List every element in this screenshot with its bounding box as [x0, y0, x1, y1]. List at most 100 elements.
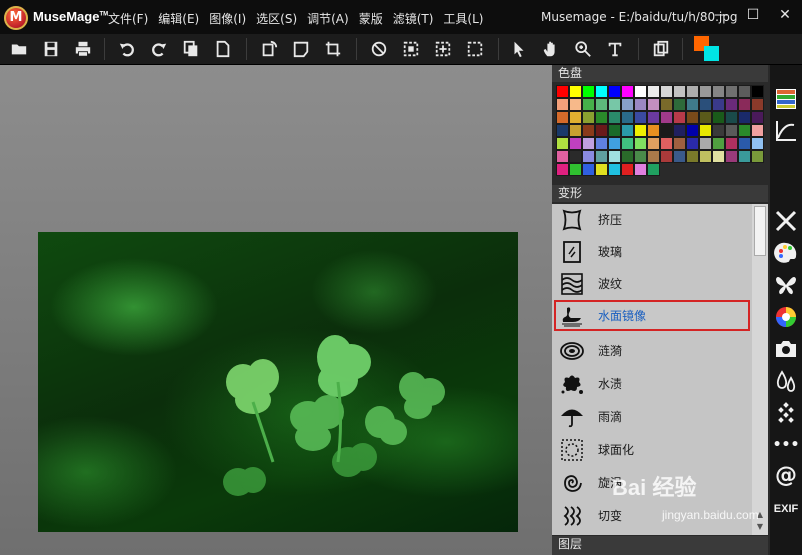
palette-swatch[interactable] — [595, 85, 608, 98]
palette-swatch[interactable] — [712, 150, 725, 163]
background-color-swatch[interactable] — [704, 46, 719, 61]
palette-swatch[interactable] — [608, 111, 621, 124]
palette-swatch[interactable] — [686, 85, 699, 98]
menu-filter[interactable]: 滤镜(T) — [393, 10, 434, 27]
palette-swatch[interactable] — [725, 137, 738, 150]
palette-swatch[interactable] — [673, 137, 686, 150]
select-dashed-icon[interactable] — [464, 38, 486, 60]
print-icon[interactable] — [72, 38, 94, 60]
exif-icon[interactable]: EXIF — [772, 495, 800, 523]
palette-swatch[interactable] — [647, 98, 660, 111]
transform-item-ripple[interactable]: 涟漪 — [554, 335, 750, 366]
transform-item-spherize[interactable]: 球面化 — [554, 434, 750, 465]
color-swap-icon[interactable] — [694, 36, 722, 62]
palette-swatch[interactable] — [712, 137, 725, 150]
palette-swatch[interactable] — [725, 85, 738, 98]
palette-swatch[interactable] — [582, 163, 595, 176]
tools-icon[interactable] — [772, 207, 800, 235]
select-rect-icon[interactable] — [400, 38, 422, 60]
palette-swatch[interactable] — [738, 137, 751, 150]
palette-swatch[interactable] — [751, 137, 764, 150]
palette-swatch[interactable] — [660, 111, 673, 124]
palette-swatch[interactable] — [712, 85, 725, 98]
canvas-area[interactable] — [0, 65, 552, 555]
palette-swatch[interactable] — [647, 150, 660, 163]
palette-swatch[interactable] — [608, 163, 621, 176]
palette-swatch[interactable] — [556, 111, 569, 124]
palette-swatch[interactable] — [699, 85, 712, 98]
palette-swatch[interactable] — [556, 137, 569, 150]
palette-swatch[interactable] — [582, 111, 595, 124]
palette-swatch[interactable] — [673, 98, 686, 111]
butterfly-icon[interactable] — [772, 271, 800, 299]
palette-swatch[interactable] — [569, 150, 582, 163]
palette-swatch[interactable] — [647, 137, 660, 150]
palette-swatch[interactable] — [582, 124, 595, 137]
transform-item-pinch[interactable]: 挤压 — [554, 204, 750, 235]
palette-swatch[interactable] — [686, 150, 699, 163]
palette-swatch[interactable] — [738, 124, 751, 137]
scroll-down-icon[interactable]: ▼ — [754, 522, 766, 532]
palette-swatch[interactable] — [699, 137, 712, 150]
zoom-icon[interactable] — [572, 38, 594, 60]
menu-adjust[interactable]: 调节(A) — [307, 10, 349, 27]
color-wheel-icon[interactable] — [772, 303, 800, 331]
paste-icon[interactable] — [212, 38, 234, 60]
transform-item-water-mirror[interactable]: 水面镜像 — [554, 300, 750, 331]
pointer-icon[interactable] — [508, 38, 530, 60]
palette-swatch[interactable] — [725, 150, 738, 163]
palette-swatch[interactable] — [751, 150, 764, 163]
palette-swatch[interactable] — [647, 163, 660, 176]
drops-icon[interactable] — [772, 367, 800, 395]
palette-swatch[interactable] — [569, 163, 582, 176]
transform-scrollbar[interactable]: ▲ ▼ — [752, 204, 768, 535]
palette-swatch[interactable] — [686, 98, 699, 111]
palette-swatch[interactable] — [569, 85, 582, 98]
minimize-icon[interactable]: — — [714, 7, 728, 23]
palette-swatch[interactable] — [595, 150, 608, 163]
menu-file[interactable]: 文件(F) — [108, 10, 148, 27]
layers-icon[interactable] — [650, 38, 672, 60]
menu-selection[interactable]: 选区(S) — [256, 10, 297, 27]
at-icon[interactable]: @ — [772, 461, 800, 489]
palette-swatch[interactable] — [751, 111, 764, 124]
palette-swatch[interactable] — [725, 98, 738, 111]
palette-swatch[interactable] — [621, 98, 634, 111]
palette-swatch[interactable] — [556, 163, 569, 176]
menu-mask[interactable]: 蒙版 — [359, 10, 383, 27]
palette-swatch[interactable] — [621, 150, 634, 163]
select-move-icon[interactable] — [432, 38, 454, 60]
palette-swatch[interactable] — [738, 85, 751, 98]
palette-swatch[interactable] — [634, 98, 647, 111]
palette-swatch[interactable] — [751, 98, 764, 111]
palette-swatch[interactable] — [699, 98, 712, 111]
rotate-icon[interactable] — [258, 38, 280, 60]
palette-swatch[interactable] — [673, 85, 686, 98]
palette-swatch[interactable] — [608, 150, 621, 163]
palette-swatch[interactable] — [738, 111, 751, 124]
palette-swatch[interactable] — [595, 137, 608, 150]
palette-swatch[interactable] — [751, 85, 764, 98]
transform-item-splash[interactable]: 水渍 — [554, 368, 750, 399]
palette-swatch[interactable] — [608, 98, 621, 111]
palette-swatch[interactable] — [582, 137, 595, 150]
palette-swatch[interactable] — [608, 85, 621, 98]
palette-swatch[interactable] — [660, 98, 673, 111]
palette-swatch[interactable] — [647, 124, 660, 137]
palette-swatch[interactable] — [582, 85, 595, 98]
palette-swatch[interactable] — [569, 98, 582, 111]
swatches-icon[interactable] — [772, 85, 800, 113]
palette-swatch[interactable] — [608, 124, 621, 137]
palette-swatch[interactable] — [712, 98, 725, 111]
palette-swatch[interactable] — [595, 163, 608, 176]
palette-swatch[interactable] — [569, 111, 582, 124]
undo-icon[interactable] — [116, 38, 138, 60]
palette-swatch[interactable] — [673, 111, 686, 124]
transform-item-wave[interactable]: 波纹 — [554, 268, 750, 299]
palette-swatch[interactable] — [621, 111, 634, 124]
palette-swatch[interactable] — [556, 124, 569, 137]
palette-swatch[interactable] — [634, 85, 647, 98]
palette-swatch[interactable] — [608, 137, 621, 150]
palette-swatch[interactable] — [699, 111, 712, 124]
palette-swatch[interactable] — [660, 150, 673, 163]
